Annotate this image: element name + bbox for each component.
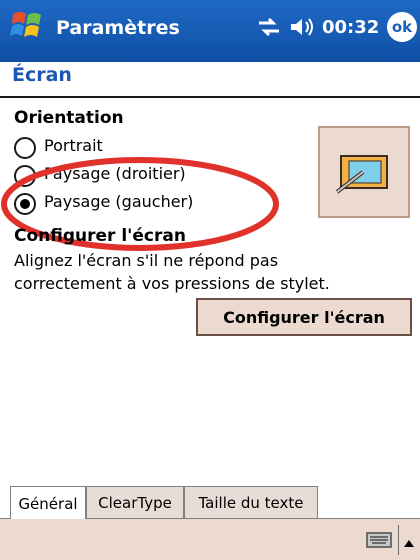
configure-screen-button[interactable]: Configurer l'écran (196, 298, 412, 336)
configure-heading: Configurer l'écran (14, 226, 186, 246)
header-divider (0, 96, 420, 98)
input-menu-arrow-icon[interactable] (403, 533, 415, 547)
radio-label-landscape-right[interactable]: Paysage (droitier) (44, 164, 186, 183)
orientation-preview-image (318, 126, 410, 218)
input-divider (398, 525, 399, 555)
tab-text-size[interactable]: Taille du texte (184, 486, 318, 519)
radio-label-portrait[interactable]: Portrait (44, 136, 103, 155)
radio-label-landscape-left[interactable]: Paysage (gaucher) (44, 192, 193, 211)
connectivity-icon[interactable] (256, 16, 282, 38)
configure-description-line2: correctement à vos pressions de stylet. (14, 274, 330, 293)
bottom-menu-bar (0, 519, 420, 560)
radio-landscape-left[interactable] (14, 193, 36, 215)
radio-landscape-right[interactable] (14, 165, 36, 187)
tab-cleartype[interactable]: ClearType (86, 486, 184, 519)
radio-portrait[interactable] (14, 137, 36, 159)
configure-description-line1: Alignez l'écran s'il ne répond pas (14, 251, 279, 270)
keyboard-icon[interactable] (366, 531, 392, 549)
ok-button[interactable]: ok (387, 12, 417, 42)
app-title: Paramètres (56, 17, 180, 39)
tab-general[interactable]: Général (10, 486, 86, 520)
page-title: Écran (12, 64, 72, 86)
title-bar: Paramètres 00:32 ok (0, 0, 420, 62)
volume-icon[interactable] (289, 16, 315, 38)
windows-start-icon[interactable] (10, 8, 44, 42)
rotated-device-icon (335, 155, 388, 194)
clock-time[interactable]: 00:32 (322, 17, 379, 38)
orientation-heading: Orientation (14, 108, 124, 128)
